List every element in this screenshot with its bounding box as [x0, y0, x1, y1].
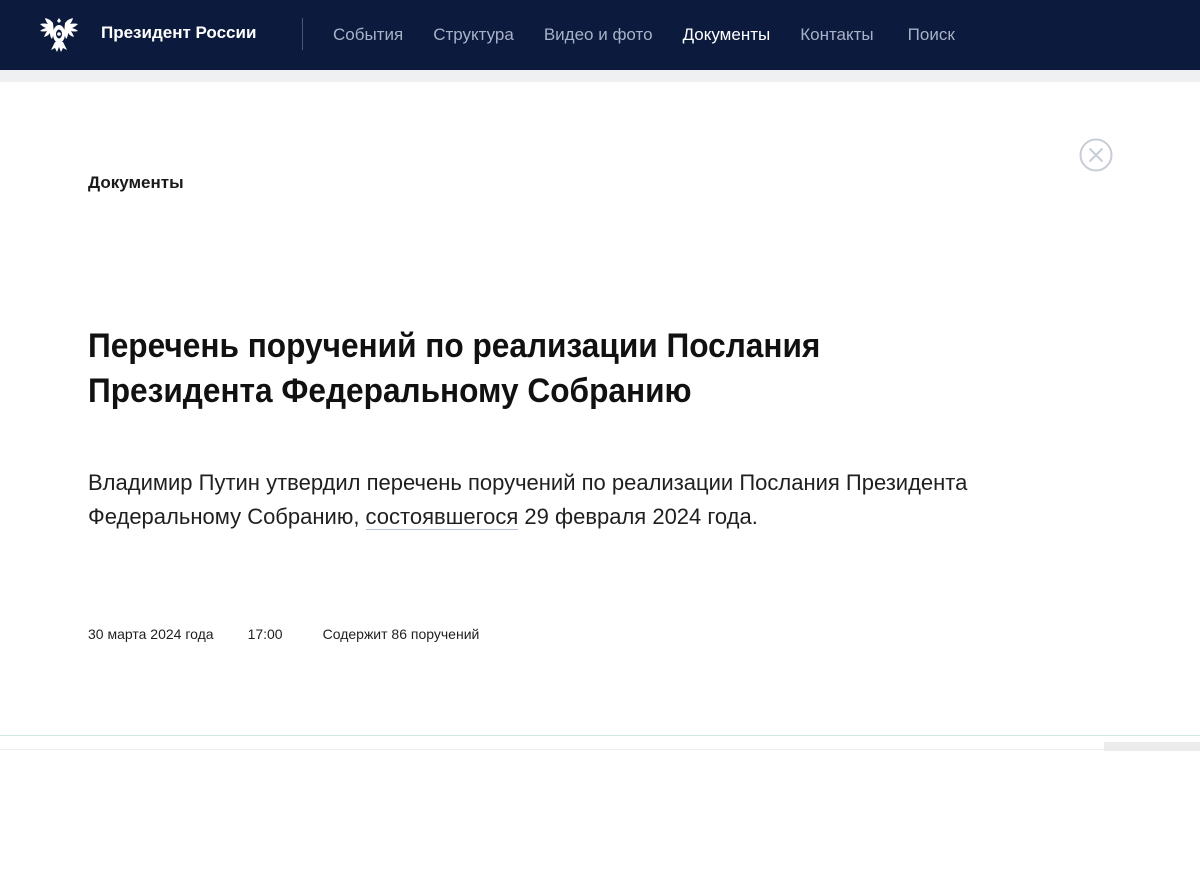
document-title-line-2: Президента Федеральному Собранию	[88, 372, 692, 410]
document-meta: 30 марта 2024 года 17:00 Содержит 86 пор…	[88, 626, 513, 642]
scroll-tab[interactable]	[1104, 742, 1200, 751]
nav-item-structure[interactable]: Структура	[433, 2, 514, 68]
lead-text-end: 29 февраля 2024 года.	[518, 504, 758, 529]
top-navigation-bar: Президент России События Структура Видео…	[0, 0, 1200, 70]
header-divider	[302, 18, 303, 50]
nav-item-documents[interactable]: Документы	[683, 2, 771, 68]
panel-bottom-border	[0, 735, 1200, 736]
document-title-line-1: Перечень поручений по реализации Послани…	[88, 327, 821, 365]
document-lead: Владимир Путин утвердил перечень поручен…	[88, 466, 968, 534]
document-count: Содержит 86 поручений	[322, 626, 480, 642]
nav-item-events[interactable]: События	[333, 2, 403, 68]
document-date: 30 марта 2024 года	[88, 626, 214, 642]
main-nav: События Структура Видео и фото Документы…	[333, 0, 985, 70]
header-subbar	[0, 70, 1200, 82]
document-time: 17:00	[247, 626, 283, 642]
section-label[interactable]: Документы	[88, 173, 184, 193]
nav-item-video-photo[interactable]: Видео и фото	[544, 2, 653, 68]
emblem-icon[interactable]	[38, 14, 80, 54]
site-title-link[interactable]: Президент России	[101, 0, 256, 70]
nav-item-search[interactable]: Поиск	[908, 2, 955, 68]
lead-link-address[interactable]: состоявшегося	[365, 504, 519, 530]
panel-bottom-shadow	[0, 749, 1200, 750]
close-icon[interactable]	[1079, 138, 1113, 172]
nav-item-contacts[interactable]: Контакты	[800, 2, 873, 68]
document-title: Перечень поручений по реализации Послани…	[88, 324, 925, 414]
